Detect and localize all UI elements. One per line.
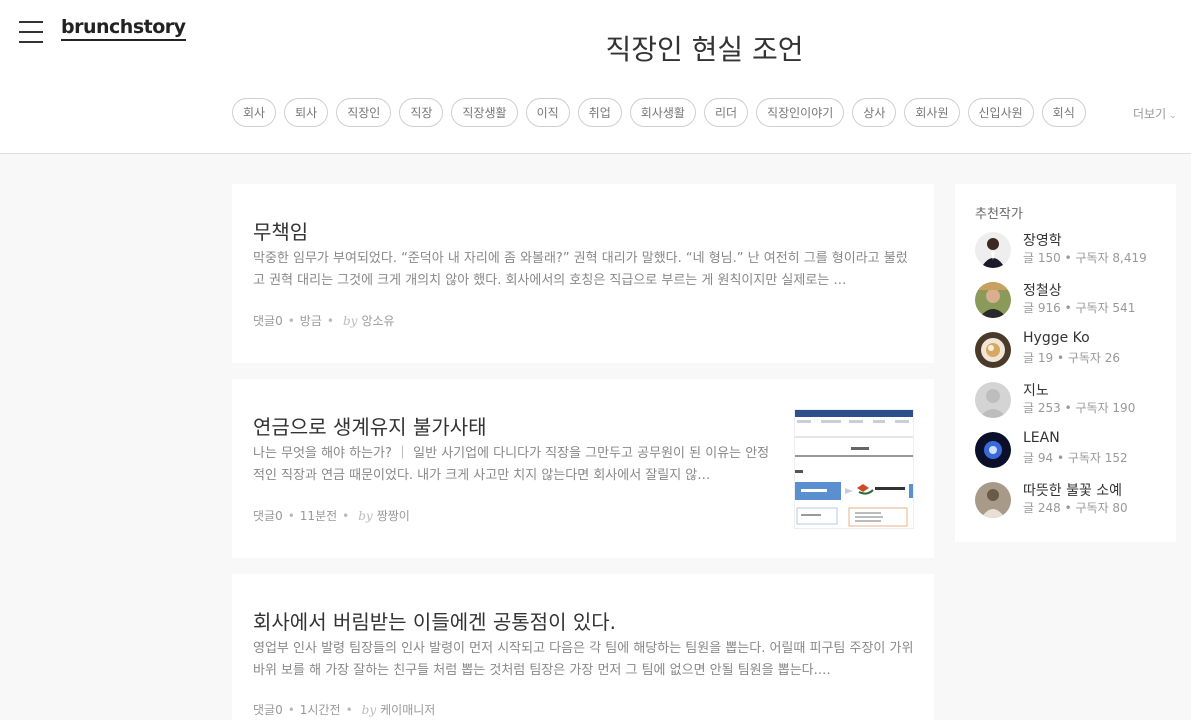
chevron-down-icon: ⌄ xyxy=(1169,111,1177,121)
tag-item[interactable]: 상사 xyxy=(852,98,897,127)
article-meta: 댓글0 • 1시간전 • by 케이매니저 xyxy=(253,703,436,717)
article-excerpt: 영업부 인사 발령 팀장들의 인사 발령이 먼저 시작되고 다음은 각 팀에 해… xyxy=(253,641,914,678)
by-label: by xyxy=(361,703,377,717)
writer-item[interactable]: Hygge Ko 글 19 • 구독자 26 xyxy=(975,330,1175,370)
article-card[interactable]: 무책임 막중한 임무가 부여되었다. “준덕아 내 자리에 좀 와볼래?” 권혁… xyxy=(232,184,934,363)
avatar[interactable] xyxy=(975,432,1011,468)
article-excerpt: 막중한 임무가 부여되었다. “준덕아 내 자리에 좀 와볼래?” 권혁 대리가… xyxy=(253,251,908,288)
tag-item[interactable]: 리더 xyxy=(703,98,749,127)
comment-count: 댓글0 xyxy=(253,314,283,328)
tag-item[interactable]: 회사원 xyxy=(904,98,960,127)
tag-item[interactable]: 회사 xyxy=(232,98,277,127)
post-time: 1시간전 xyxy=(299,703,341,717)
writer-stats: 글 94 • 구독자 152 xyxy=(1023,451,1128,465)
tag-item[interactable]: 회사생활 xyxy=(629,98,696,127)
tag-item[interactable]: 직장생활 xyxy=(451,98,518,127)
post-time: 방금 xyxy=(299,314,322,328)
tag-item[interactable]: 직장 xyxy=(399,98,444,127)
writer-stats: 글 150 • 구독자 8,419 xyxy=(1023,251,1147,265)
recommended-writers-panel: 추천작가 장영학 글 150 • 구독자 8,419 정철상 글 916 • 구… xyxy=(955,184,1176,542)
author-name[interactable]: 앙소유 xyxy=(361,314,394,328)
tag-item[interactable]: 직장인이야기 xyxy=(756,98,845,127)
writer-item[interactable]: 장영학 글 150 • 구독자 8,419 xyxy=(975,230,1175,270)
article-thumbnail[interactable] xyxy=(794,409,914,529)
article-title[interactable]: 연금으로 생계유지 불가사태 xyxy=(253,411,487,440)
article-title[interactable]: 무책임 xyxy=(253,216,308,245)
by-label: by xyxy=(358,509,373,523)
writer-stats: 글 253 • 구독자 190 xyxy=(1023,401,1136,415)
comment-count: 댓글0 xyxy=(253,509,283,523)
article-meta: 댓글0 • 방금 • by 앙소유 xyxy=(253,314,395,328)
comment-count: 댓글0 xyxy=(253,703,283,717)
author-name[interactable]: 케이매니저 xyxy=(380,703,435,717)
writer-name[interactable]: LEAN xyxy=(1023,430,1060,446)
avatar[interactable] xyxy=(975,282,1011,318)
writer-item[interactable]: 정철상 글 916 • 구독자 541 xyxy=(975,280,1175,320)
writer-name[interactable]: Hygge Ko xyxy=(1023,330,1090,346)
more-button[interactable]: 더보기 ⌄ xyxy=(1133,105,1177,122)
avatar[interactable] xyxy=(975,482,1011,518)
avatar[interactable] xyxy=(975,382,1011,418)
post-time: 11분전 xyxy=(299,509,338,523)
avatar[interactable] xyxy=(975,232,1011,268)
writer-stats: 글 248 • 구독자 80 xyxy=(1023,501,1128,515)
article-card[interactable]: 연금으로 생계유지 불가사태 나는 무엇을 해야 하는가? ｜ 일반 사기업에 … xyxy=(232,379,934,558)
tag-list: 회사 퇴사 직장인 직장 직장생활 이직 취업 회사생활 리더 직장인이야기 상… xyxy=(232,98,1086,127)
header: brunchstory 직장인 현실 조언 회사 퇴사 직장인 직장 직장생활 … xyxy=(0,0,1191,154)
avatar[interactable] xyxy=(975,332,1011,368)
writer-item[interactable]: 따뜻한 불꽃 소예 글 248 • 구독자 80 xyxy=(975,480,1175,520)
writer-stats: 글 19 • 구독자 26 xyxy=(1023,351,1121,365)
writer-item[interactable]: LEAN 글 94 • 구독자 152 xyxy=(975,430,1175,470)
tag-item[interactable]: 이직 xyxy=(525,98,570,127)
tag-item[interactable]: 취업 xyxy=(577,98,622,127)
by-label: by xyxy=(342,314,358,328)
article-excerpt: 나는 무엇을 해야 하는가? ｜ 일반 사기업에 다니다가 직장을 그만두고 공… xyxy=(253,446,770,483)
writer-name[interactable]: 정철상 xyxy=(1023,280,1062,300)
author-name[interactable]: 짱짱이 xyxy=(377,509,410,523)
article-card[interactable]: 회사에서 버림받는 이들에겐 공통점이 있다. 영업부 인사 발령 팀장들의 인… xyxy=(232,574,934,720)
writer-stats: 글 916 • 구독자 541 xyxy=(1023,301,1136,315)
writer-item[interactable]: 지노 글 253 • 구독자 190 xyxy=(975,380,1175,420)
article-meta: 댓글0 • 11분전 • by 짱짱이 xyxy=(253,509,410,523)
tag-item[interactable]: 회식 xyxy=(1041,98,1086,127)
recommended-writers-title: 추천작가 xyxy=(975,207,1023,222)
writer-name[interactable]: 따뜻한 불꽃 소예 xyxy=(1023,480,1122,500)
tag-item[interactable]: 직장인 xyxy=(336,98,392,127)
writer-name[interactable]: 지노 xyxy=(1023,380,1049,400)
article-title[interactable]: 회사에서 버림받는 이들에겐 공통점이 있다. xyxy=(253,606,616,635)
more-label: 더보기 xyxy=(1133,107,1167,121)
tag-item[interactable]: 신입사원 xyxy=(967,98,1034,127)
writer-name[interactable]: 장영학 xyxy=(1023,230,1062,250)
tag-item[interactable]: 퇴사 xyxy=(284,98,329,127)
page-title: 직장인 현실 조언 xyxy=(605,33,804,66)
